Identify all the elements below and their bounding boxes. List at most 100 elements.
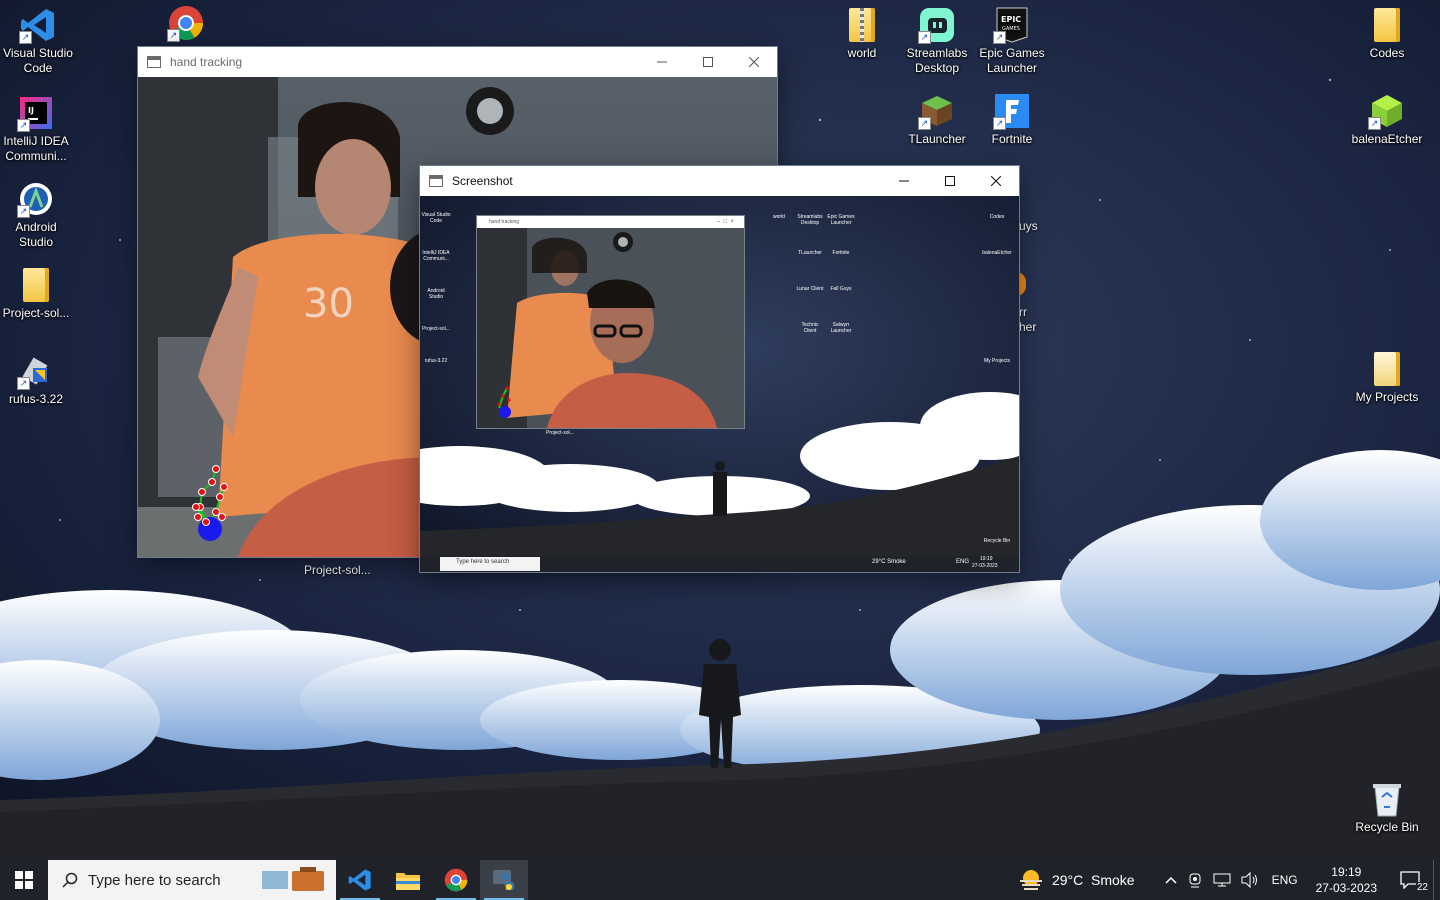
- desktop-icon-codes[interactable]: Codes: [1349, 6, 1425, 61]
- weather-haze-icon: [1019, 870, 1042, 890]
- desktop-icon-label: balenaEtcher: [1351, 132, 1423, 146]
- android-studio-icon: ↗: [17, 180, 55, 218]
- mini-taskbar-date: 27-03-2023: [972, 563, 998, 569]
- mini-icon-label: Technic Client: [801, 322, 819, 334]
- maximize-button[interactable]: [927, 166, 973, 196]
- desktop-icon-label: Recycle Bin: [1355, 820, 1419, 834]
- zip-folder-icon: [843, 6, 881, 44]
- desktop-icon-label: IntelliJ IDEA Communi...: [3, 134, 69, 163]
- mini-icon-label: Fall Guys: [830, 286, 852, 292]
- mini-taskbar-weather: 29°C Smoke: [872, 559, 906, 565]
- taskbar-search-box[interactable]: Type here to search: [48, 860, 336, 900]
- desktop-icon-vscode[interactable]: ↗ Visual Studio Code: [0, 6, 76, 76]
- system-tray: 29°C Smoke ENG 19:19 27-03-2023 22: [1013, 860, 1440, 900]
- minimize-button[interactable]: [639, 47, 685, 77]
- mini-icon-label: Codes: [989, 214, 1005, 220]
- screenshot-window[interactable]: Screenshot Type here to search 29°C Smok…: [420, 166, 1019, 572]
- desktop-icon-epic-games[interactable]: EPIC GAMES ↗ Epic Games Launcher: [974, 6, 1050, 76]
- mini-icon-label: world: [773, 214, 785, 220]
- desktop-icon-my-projects[interactable]: My Projects: [1349, 350, 1425, 405]
- window-title: hand tracking: [170, 55, 243, 69]
- folder-icon: [396, 873, 420, 890]
- desktop-icon-label: Fortnite: [991, 132, 1033, 146]
- window-titlebar[interactable]: Screenshot: [420, 166, 1019, 196]
- fortnite-icon: ↗: [993, 92, 1031, 130]
- svg-text:EPIC: EPIC: [1001, 15, 1021, 24]
- mini-icon-label: Project-sol...: [422, 326, 450, 332]
- window-app-icon: [147, 56, 161, 68]
- show-hidden-icons-button[interactable]: [1160, 860, 1182, 900]
- mini-icon-label: Epic Games Launcher: [827, 214, 855, 226]
- weather-widget[interactable]: 29°C Smoke: [1013, 860, 1160, 900]
- tray-meet-now[interactable]: [1182, 860, 1208, 900]
- weather-text: 29°C Smoke: [1051, 872, 1135, 888]
- desktop-icon-label: Visual Studio Code: [3, 46, 73, 75]
- desktop-icon-label: Project-sol...: [2, 306, 70, 320]
- tray-language[interactable]: ENG: [1264, 860, 1306, 900]
- taskbar-app-vscode[interactable]: [336, 860, 384, 900]
- folder-icon: [17, 266, 55, 304]
- desktop-icon-tlauncher[interactable]: ↗ TLauncher: [899, 92, 975, 147]
- start-button[interactable]: [0, 860, 48, 900]
- mini-icon-label: Streamlabs Desktop: [797, 214, 823, 226]
- window-titlebar[interactable]: hand tracking: [138, 47, 777, 77]
- close-button[interactable]: [973, 166, 1019, 196]
- mini-icon-label: balenaEtcher: [982, 250, 1012, 256]
- desktop-icon-android-studio[interactable]: ↗ Android Studio: [0, 180, 74, 250]
- tray-network[interactable]: [1208, 860, 1236, 900]
- desktop-icon-streamlabs[interactable]: ↗ Streamlabs Desktop: [899, 6, 975, 76]
- search-placeholder: Type here to search: [88, 871, 221, 889]
- document-folder-icon: [1368, 350, 1406, 388]
- taskbar-app-file-explorer[interactable]: [384, 860, 432, 900]
- tray-volume[interactable]: [1236, 860, 1264, 900]
- desktop-icon-label-project-sol[interactable]: Project-sol...: [304, 563, 371, 577]
- speaker-icon: [1241, 872, 1257, 888]
- intellij-icon: IJ ↗: [17, 94, 55, 132]
- window-app-icon: [429, 175, 443, 187]
- svg-text:30: 30: [303, 281, 354, 327]
- clock-time: 19:19: [1331, 865, 1362, 879]
- mini-icon-label: Lunar Client: [796, 286, 824, 292]
- rufus-icon: ↗: [17, 352, 55, 390]
- desktop-icon-label: TLauncher: [908, 132, 966, 146]
- taskbar-app-chrome[interactable]: [432, 860, 480, 900]
- maximize-button[interactable]: [685, 47, 731, 77]
- epic-games-icon: EPIC GAMES ↗: [993, 6, 1031, 44]
- desktop-icon-label: world: [847, 46, 877, 60]
- mini-icon-label: IntelliJ IDEA Communi...: [422, 250, 450, 262]
- tlauncher-icon: ↗: [918, 92, 956, 130]
- desktop-icon-rufus[interactable]: ↗ rufus-3.22: [0, 352, 74, 407]
- desktop-icon-label: Streamlabs Desktop: [906, 46, 968, 75]
- desktop-icon-project-sol[interactable]: Project-sol...: [0, 266, 74, 321]
- mini-icon-label: Recycle Bin: [983, 538, 1011, 544]
- windows-logo-icon: [15, 871, 33, 889]
- partial-icon-label: rr: [1019, 305, 1027, 319]
- minimize-button[interactable]: [881, 166, 927, 196]
- taskbar-app-python[interactable]: [480, 860, 528, 900]
- desktop-icon-label: rufus-3.22: [8, 392, 64, 406]
- window-title: Screenshot: [452, 174, 513, 188]
- mini-taskbar-time: 19:19: [980, 556, 993, 562]
- desktop-icon-intellij[interactable]: IJ ↗ IntelliJ IDEA Communi...: [0, 94, 74, 164]
- show-desktop-button[interactable]: [1433, 860, 1440, 900]
- network-icon: [1213, 873, 1231, 887]
- svg-text:IJ: IJ: [28, 106, 34, 115]
- desktop-icon-recycle-bin[interactable]: Recycle Bin: [1349, 780, 1425, 835]
- partial-icon-label: uys: [1019, 219, 1038, 233]
- tray-clock[interactable]: 19:19 27-03-2023: [1306, 864, 1387, 896]
- python-icon: [493, 870, 515, 890]
- notification-center-button[interactable]: 22: [1387, 860, 1433, 900]
- mini-window-title: hand tracking: [489, 219, 520, 225]
- mini-icon-label: Salwyrr Launcher: [830, 322, 852, 334]
- desktop-icon-chrome[interactable]: ↗: [148, 4, 224, 44]
- close-button[interactable]: [731, 47, 777, 77]
- desktop-icon-fortnite[interactable]: ↗ Fortnite: [974, 92, 1050, 147]
- vscode-icon: [348, 869, 371, 891]
- desktop-icon-balena-etcher[interactable]: ↗ balenaEtcher: [1349, 92, 1425, 147]
- desktop-icon-world[interactable]: world: [824, 6, 900, 61]
- desktop-icon-label: My Projects: [1355, 390, 1419, 404]
- screenshot-image: Type here to search 29°C Smoke ENG 19:19…: [420, 196, 1019, 572]
- desktop-icon-label: Android Studio: [15, 220, 57, 249]
- search-icon: [62, 872, 78, 888]
- mini-icon-label: Android Studio: [427, 288, 445, 300]
